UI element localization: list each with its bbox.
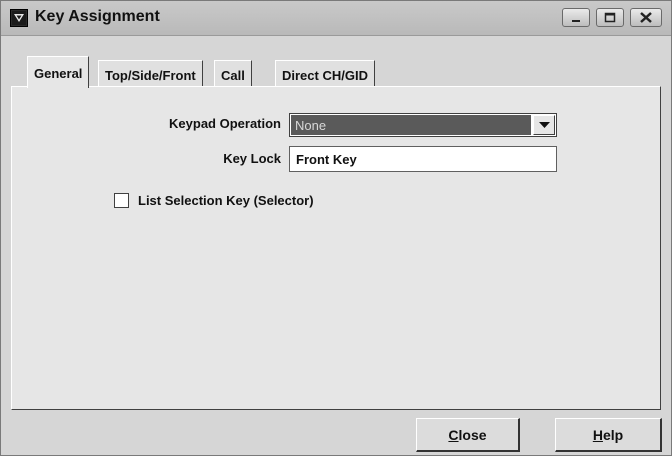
- close-button[interactable]: Close: [416, 418, 520, 452]
- app-icon: [10, 9, 28, 27]
- help-label-rest: elp: [602, 427, 624, 443]
- help-mnemonic: H: [592, 427, 603, 443]
- keypad-operation-dropdown[interactable]: None: [289, 113, 557, 137]
- close-window-button[interactable]: [630, 8, 662, 27]
- help-button[interactable]: Help: [555, 418, 662, 452]
- maximize-button[interactable]: [596, 8, 624, 27]
- minimize-button[interactable]: [562, 8, 590, 27]
- minimize-icon: [572, 20, 580, 22]
- maximize-icon: [604, 12, 616, 23]
- close-label-rest: lose: [458, 427, 487, 443]
- key-lock-label: Key Lock: [223, 151, 281, 166]
- close-window-icon: [640, 12, 652, 23]
- close-mnemonic: C: [448, 427, 459, 443]
- dropdown-button[interactable]: [533, 115, 555, 135]
- keypad-operation-label: Keypad Operation: [169, 116, 281, 131]
- list-selection-checkbox[interactable]: [114, 193, 129, 208]
- window-title: Key Assignment: [35, 8, 160, 25]
- tab-general[interactable]: General: [27, 56, 90, 88]
- key-assignment-window: Key Assignment General Top/Side/Front Ca…: [0, 0, 672, 456]
- title-bar[interactable]: Key Assignment: [1, 1, 671, 36]
- keypad-operation-value: None: [291, 115, 531, 135]
- list-selection-label: List Selection Key (Selector): [138, 193, 314, 208]
- key-lock-field[interactable]: Front Key: [289, 146, 557, 172]
- chevron-down-icon: [539, 122, 550, 128]
- tab-call[interactable]: Call: [214, 60, 252, 87]
- tab-direct-ch-gid[interactable]: Direct CH/GID: [275, 60, 375, 87]
- tab-top-side-front[interactable]: Top/Side/Front: [98, 60, 203, 87]
